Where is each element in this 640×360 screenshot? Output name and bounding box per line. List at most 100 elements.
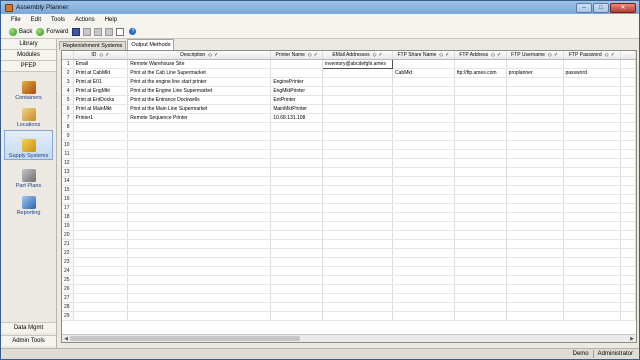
table-cell[interactable] <box>506 212 564 222</box>
table-cell[interactable]: Print at the engine line start printer <box>127 77 272 87</box>
menu-actions[interactable]: Actions <box>75 17 95 23</box>
table-cell[interactable] <box>454 302 507 312</box>
maximize-button[interactable]: □ <box>593 2 609 13</box>
back-button[interactable]: Back <box>9 27 32 36</box>
table-cell[interactable] <box>620 293 636 303</box>
table-cell[interactable] <box>270 185 324 195</box>
table-row[interactable]: 1 Email Remote Warehouse Site inventory@abc… <box>62 58 636 69</box>
table-cell[interactable] <box>620 221 636 231</box>
table-cell[interactable] <box>506 149 564 159</box>
table-cell[interactable] <box>506 131 564 141</box>
table-row[interactable]: 8 <box>62 122 636 132</box>
table-cell[interactable] <box>620 68 636 78</box>
table-cell[interactable] <box>73 248 129 258</box>
table-cell[interactable] <box>270 131 324 141</box>
table-row[interactable]: 17 <box>62 203 636 213</box>
table-cell[interactable] <box>620 167 636 177</box>
table-cell[interactable] <box>563 302 622 312</box>
table-cell[interactable] <box>127 122 272 132</box>
table-cell[interactable] <box>563 203 622 213</box>
table-cell[interactable]: Print at EntDocks <box>73 95 129 105</box>
window-toggle-icon[interactable] <box>116 27 125 36</box>
filter-icon[interactable]: ◇ <box>605 52 609 58</box>
table-cell[interactable] <box>392 257 455 267</box>
table-cell[interactable] <box>322 122 394 132</box>
table-cell[interactable] <box>454 212 507 222</box>
table-cell[interactable] <box>73 302 129 312</box>
table-cell[interactable] <box>392 95 455 105</box>
table-cell[interactable] <box>620 302 636 312</box>
table-row[interactable]: 19 <box>62 221 636 231</box>
table-cell[interactable] <box>322 167 394 177</box>
table-cell[interactable] <box>454 275 507 285</box>
table-cell[interactable] <box>392 185 455 195</box>
column-header[interactable]: FTP Share Name ◇ ✓ <box>392 51 455 60</box>
column-header[interactable]: FTP Username ◇ ✓ <box>506 51 564 60</box>
table-cell[interactable] <box>563 194 622 204</box>
table-row[interactable]: 16 <box>62 194 636 204</box>
table-cell[interactable] <box>506 284 564 294</box>
table-cell[interactable] <box>563 185 622 195</box>
table-cell[interactable] <box>322 158 394 168</box>
table-cell[interactable] <box>392 212 455 222</box>
table-cell[interactable] <box>620 131 636 141</box>
table-cell[interactable] <box>454 131 507 141</box>
table-cell[interactable] <box>270 167 324 177</box>
table-cell[interactable] <box>392 77 455 87</box>
table-cell[interactable] <box>392 284 455 294</box>
table-cell[interactable] <box>563 293 622 303</box>
table-cell[interactable]: Print at MainMkt <box>73 104 129 114</box>
table-cell[interactable]: Print at the Engine Line Supermarket <box>127 86 272 96</box>
table-cell[interactable] <box>322 293 394 303</box>
table-cell[interactable] <box>392 248 455 258</box>
sidebar-pfep[interactable]: PFEP <box>1 61 56 72</box>
table-row[interactable]: 13 <box>62 167 636 177</box>
table-cell[interactable]: Print at CabMkt <box>73 68 129 78</box>
column-header[interactable]: FTP Address ◇ ✓ <box>454 51 507 60</box>
table-cell[interactable]: MainMktPrinter <box>270 104 324 114</box>
table-cell[interactable] <box>454 248 507 258</box>
table-cell[interactable] <box>506 203 564 213</box>
table-cell[interactable] <box>392 230 455 240</box>
table-cell[interactable] <box>270 203 324 213</box>
table-row[interactable]: 26 <box>62 284 636 294</box>
menu-edit[interactable]: Edit <box>31 17 41 23</box>
table-row[interactable]: 14 <box>62 176 636 186</box>
table-cell[interactable] <box>620 266 636 276</box>
table-cell[interactable] <box>127 167 272 177</box>
table-cell[interactable] <box>506 266 564 276</box>
scroll-right-icon[interactable]: ▶ <box>628 335 636 342</box>
table-cell[interactable] <box>322 176 394 186</box>
table-cell[interactable] <box>392 113 455 123</box>
table-cell[interactable] <box>322 266 394 276</box>
table-cell[interactable]: Email <box>73 59 129 69</box>
table-cell[interactable] <box>270 275 324 285</box>
table-cell[interactable] <box>454 257 507 267</box>
table-cell[interactable] <box>73 293 129 303</box>
table-cell[interactable] <box>270 221 324 231</box>
table-cell[interactable] <box>506 185 564 195</box>
table-cell[interactable] <box>270 311 324 321</box>
table-cell[interactable] <box>563 59 622 69</box>
table-cell[interactable] <box>392 122 455 132</box>
table-cell[interactable] <box>506 248 564 258</box>
table-cell[interactable] <box>454 266 507 276</box>
table-cell[interactable] <box>322 194 394 204</box>
table-cell[interactable]: 10.68.131.108 <box>270 113 324 123</box>
table-cell[interactable] <box>392 302 455 312</box>
table-cell[interactable] <box>454 221 507 231</box>
table-cell[interactable] <box>322 149 394 159</box>
table-cell[interactable] <box>454 140 507 150</box>
table-cell[interactable] <box>73 212 129 222</box>
table-cell[interactable] <box>127 176 272 186</box>
table-cell[interactable] <box>454 122 507 132</box>
table-row[interactable]: 23 <box>62 257 636 267</box>
tab-output-methods[interactable]: Output Methods <box>127 39 175 50</box>
table-row[interactable]: 20 <box>62 230 636 240</box>
table-cell[interactable] <box>506 221 564 231</box>
table-cell[interactable] <box>563 122 622 132</box>
table-cell[interactable] <box>392 149 455 159</box>
table-cell[interactable] <box>392 59 455 69</box>
table-cell[interactable] <box>506 104 564 114</box>
table-cell[interactable] <box>270 257 324 267</box>
